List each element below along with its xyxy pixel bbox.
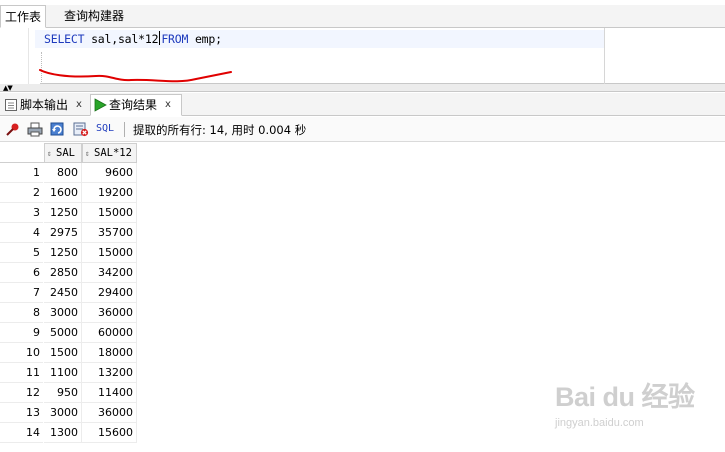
row-number: 9 bbox=[0, 323, 43, 343]
cell-sal[interactable]: 800 bbox=[44, 163, 82, 183]
cell-sal[interactable]: 3000 bbox=[44, 303, 82, 323]
toolbar-separator bbox=[124, 122, 125, 137]
cell-sal[interactable]: 1250 bbox=[44, 243, 82, 263]
row-number: 12 bbox=[0, 383, 43, 403]
tab-query-result[interactable]: 查询结果 x bbox=[90, 94, 182, 116]
watermark-url: jingyan.baidu.com bbox=[555, 417, 644, 429]
baidu-watermark: Bai du 经验 jingyan.baidu.com bbox=[555, 375, 725, 435]
cell-sal[interactable]: 1500 bbox=[44, 343, 82, 363]
row-number-header bbox=[0, 143, 44, 163]
editor-gutter bbox=[0, 28, 29, 84]
cell-sal[interactable]: 5000 bbox=[44, 323, 82, 343]
table-row[interactable]: 10 1500 18000 bbox=[0, 343, 137, 363]
sql-button[interactable]: SQL bbox=[96, 123, 114, 134]
watermark-logo-text: Bai du 经验 bbox=[555, 382, 695, 412]
cell-sal[interactable]: 1600 bbox=[44, 183, 82, 203]
refresh-icon[interactable] bbox=[50, 122, 66, 137]
cell-sal12[interactable]: 35700 bbox=[82, 223, 137, 243]
cell-sal12[interactable]: 36000 bbox=[82, 303, 137, 323]
row-number: 1 bbox=[0, 163, 43, 183]
play-icon bbox=[94, 98, 107, 112]
table-row[interactable]: 11 1100 13200 bbox=[0, 363, 137, 383]
sql-statement[interactable]: SELECT sal,sal*12 FROM emp; bbox=[44, 31, 222, 46]
column-header-label: SAL*12 bbox=[94, 147, 132, 159]
top-tab-bar: 工作表 查询构建器 bbox=[0, 5, 725, 28]
column-header-sal12[interactable]: ⇕ SAL*12 bbox=[82, 143, 137, 163]
pane-splitter[interactable]: ▲▼ bbox=[0, 84, 725, 92]
table-row[interactable]: 7 2450 29400 bbox=[0, 283, 137, 303]
column-header-sal[interactable]: ⇕ SAL bbox=[44, 143, 82, 163]
cell-sal12[interactable]: 34200 bbox=[82, 263, 137, 283]
cell-sal[interactable]: 2975 bbox=[44, 223, 82, 243]
cell-sal12[interactable]: 11400 bbox=[82, 383, 137, 403]
result-tab-bar: 脚本输出 x 查询结果 x bbox=[0, 93, 725, 116]
cell-sal12[interactable]: 15000 bbox=[82, 203, 137, 223]
row-number: 6 bbox=[0, 263, 43, 283]
cell-sal12[interactable]: 13200 bbox=[82, 363, 137, 383]
close-icon[interactable]: x bbox=[76, 94, 82, 116]
row-number: 7 bbox=[0, 283, 43, 303]
row-number: 5 bbox=[0, 243, 43, 263]
table-row[interactable]: 6 2850 34200 bbox=[0, 263, 137, 283]
cell-sal12[interactable]: 15600 bbox=[82, 423, 137, 443]
result-toolbar: SQL 提取的所有行: 14, 用时 0.004 秒 bbox=[0, 117, 725, 142]
sort-icon[interactable]: ⇕ bbox=[47, 145, 54, 163]
table-row[interactable]: 2 1600 19200 bbox=[0, 183, 137, 203]
row-number: 2 bbox=[0, 183, 43, 203]
row-number: 11 bbox=[0, 363, 43, 383]
clear-icon[interactable] bbox=[73, 122, 89, 137]
tab-script-output-label: 脚本输出 bbox=[20, 98, 69, 112]
keyword-select: SELECT bbox=[44, 32, 85, 46]
table-row[interactable]: 8 3000 36000 bbox=[0, 303, 137, 323]
cell-sal12[interactable]: 36000 bbox=[82, 403, 137, 423]
column-header-label: SAL bbox=[56, 147, 75, 159]
row-number: 8 bbox=[0, 303, 43, 323]
table-row[interactable]: 13 3000 36000 bbox=[0, 403, 137, 423]
sql-editor[interactable]: SELECT sal,sal*12 FROM emp; bbox=[0, 28, 725, 84]
cell-sal[interactable]: 2450 bbox=[44, 283, 82, 303]
cell-sal12[interactable]: 15000 bbox=[82, 243, 137, 263]
table-row[interactable]: 3 1250 15000 bbox=[0, 203, 137, 223]
table-row[interactable]: 5 1250 15000 bbox=[0, 243, 137, 263]
tab-query-builder[interactable]: 查询构建器 bbox=[60, 5, 128, 28]
pin-icon[interactable] bbox=[5, 122, 21, 137]
row-number: 3 bbox=[0, 203, 43, 223]
cell-sal12[interactable]: 19200 bbox=[82, 183, 137, 203]
cell-sal[interactable]: 3000 bbox=[44, 403, 82, 423]
editor-right-margin bbox=[604, 28, 605, 84]
sort-icon[interactable]: ⇕ bbox=[85, 145, 92, 163]
table-name: emp; bbox=[188, 32, 222, 46]
collapse-arrows-icon[interactable]: ▲▼ bbox=[3, 84, 13, 92]
print-icon[interactable] bbox=[27, 122, 43, 137]
cell-sal12[interactable]: 9600 bbox=[82, 163, 137, 183]
close-icon[interactable]: x bbox=[165, 94, 171, 116]
tab-query-result-label: 查询结果 bbox=[109, 98, 158, 112]
cell-sal[interactable]: 1250 bbox=[44, 203, 82, 223]
cell-sal[interactable]: 1300 bbox=[44, 423, 82, 443]
row-number: 4 bbox=[0, 223, 43, 243]
table-row[interactable]: 4 2975 35700 bbox=[0, 223, 137, 243]
cell-sal12[interactable]: 29400 bbox=[82, 283, 137, 303]
red-annotation-underline bbox=[39, 69, 232, 83]
tab-worksheet[interactable]: 工作表 bbox=[0, 5, 47, 28]
cell-sal[interactable]: 2850 bbox=[44, 263, 82, 283]
row-number: 13 bbox=[0, 403, 43, 423]
table-row[interactable]: 12 950 11400 bbox=[0, 383, 137, 403]
cell-sal12[interactable]: 60000 bbox=[82, 323, 137, 343]
table-row[interactable]: 14 1300 15600 bbox=[0, 423, 137, 443]
row-number: 14 bbox=[0, 423, 43, 443]
table-row[interactable]: 9 5000 60000 bbox=[0, 323, 137, 343]
table-row[interactable]: 1 800 9600 bbox=[0, 163, 137, 183]
cell-sal[interactable]: 950 bbox=[44, 383, 82, 403]
cell-sal[interactable]: 1100 bbox=[44, 363, 82, 383]
keyword-from: FROM bbox=[161, 32, 189, 46]
select-columns: sal,sal*12 bbox=[84, 32, 159, 46]
tab-script-output[interactable]: 脚本输出 x bbox=[2, 94, 88, 116]
fetch-status-text: 提取的所有行: 14, 用时 0.004 秒 bbox=[133, 123, 307, 137]
script-output-icon bbox=[5, 99, 17, 111]
cell-sal12[interactable]: 18000 bbox=[82, 343, 137, 363]
row-number: 10 bbox=[0, 343, 43, 363]
